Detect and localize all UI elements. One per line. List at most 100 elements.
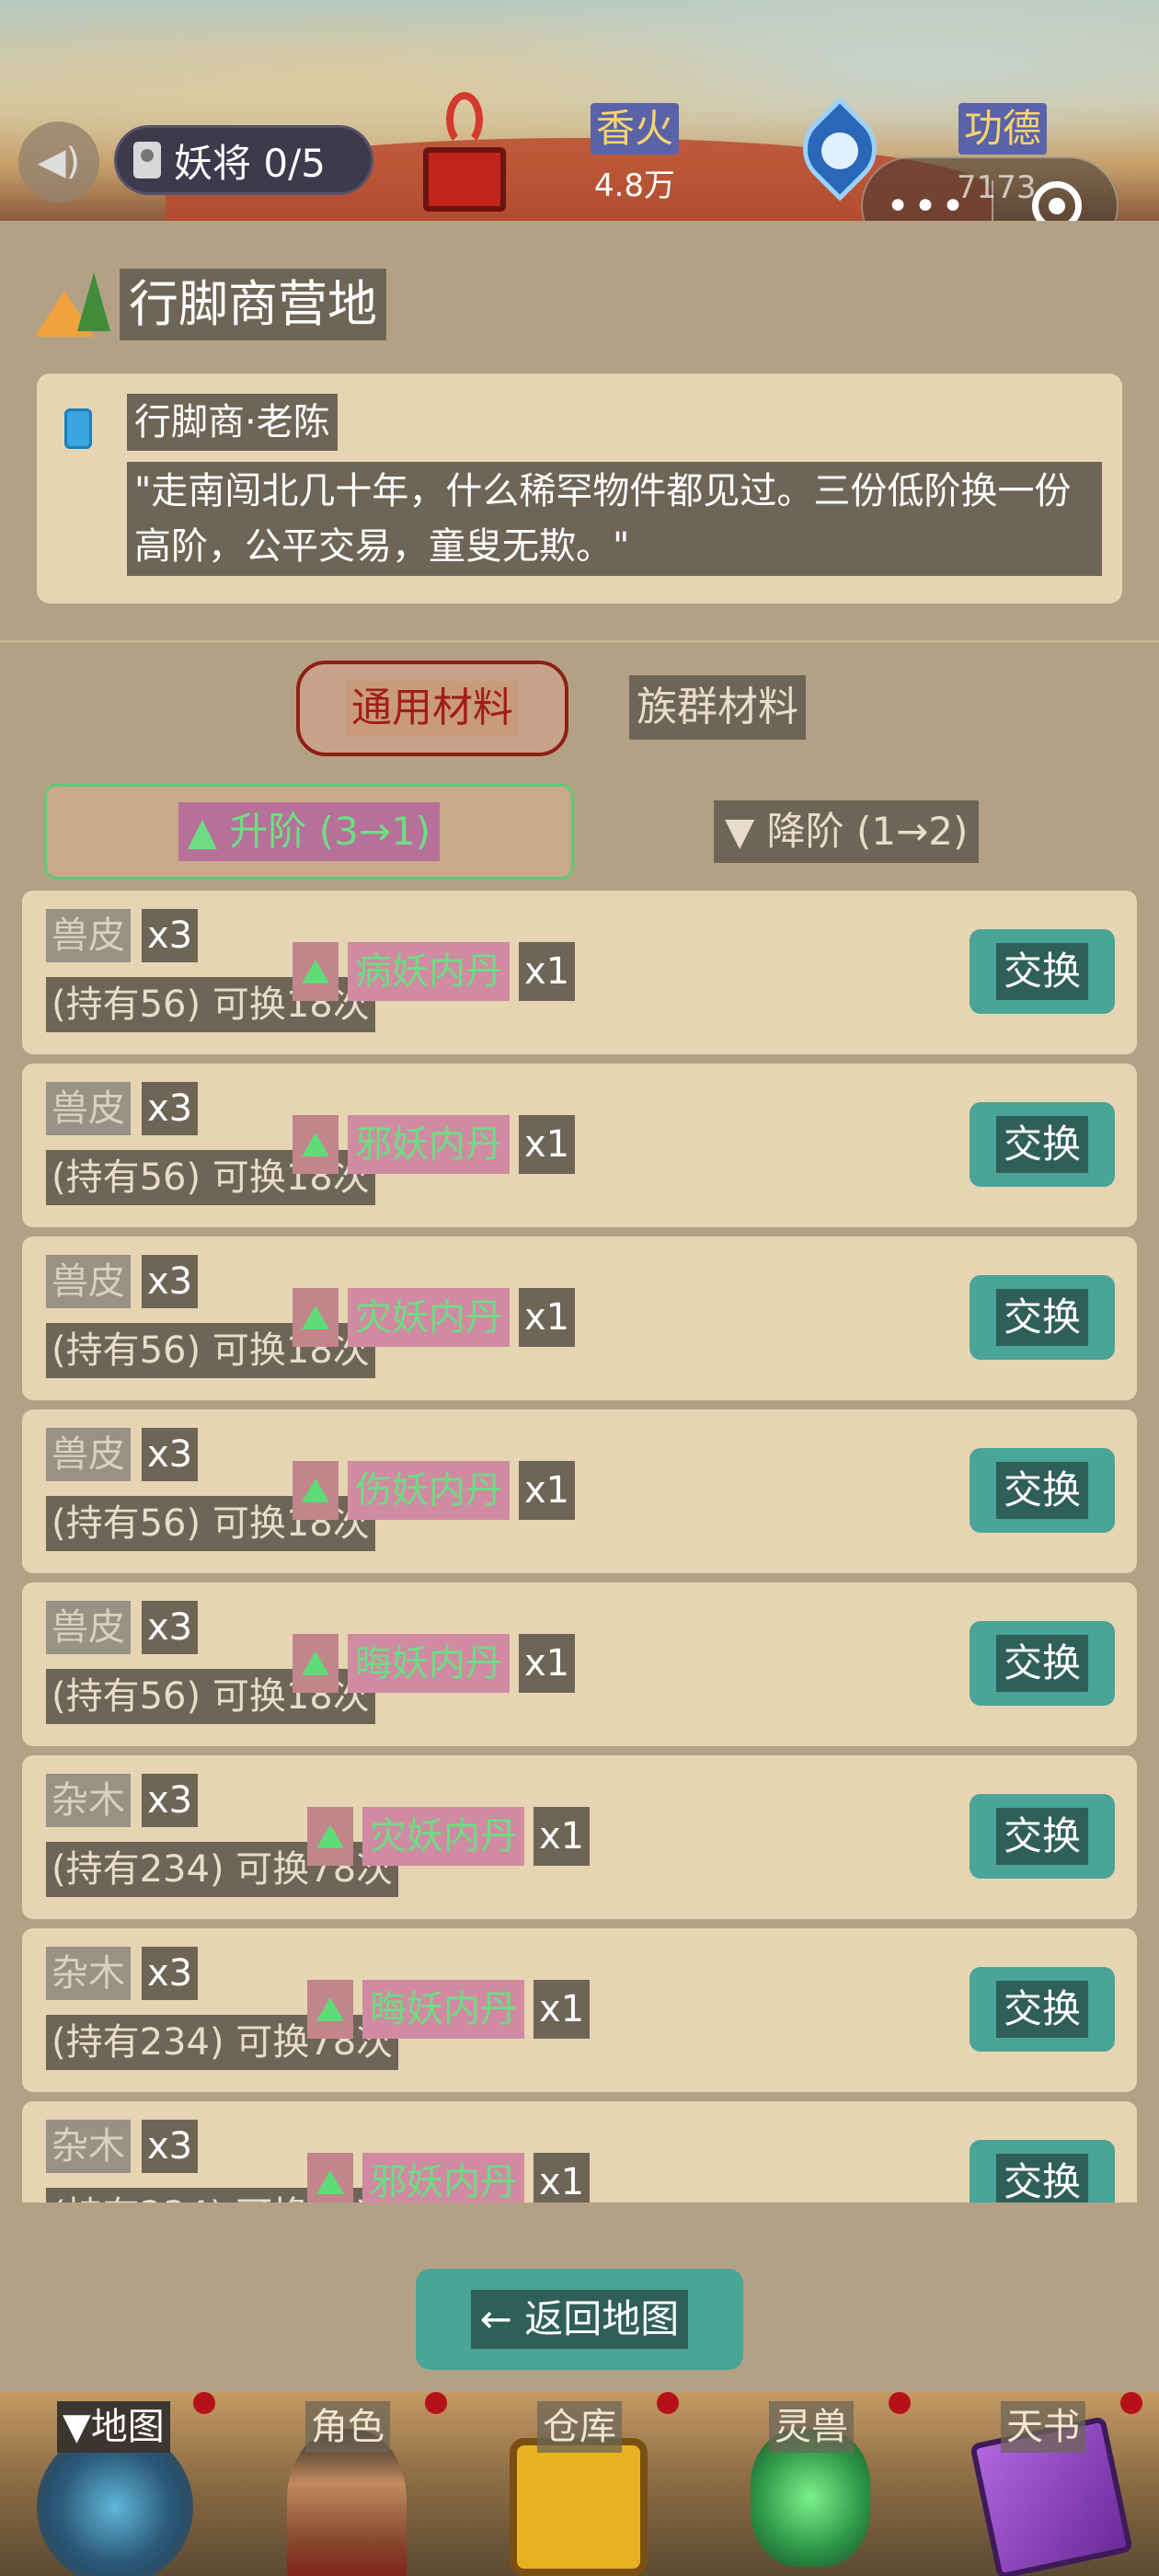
exchange-button-label: 交换: [995, 1462, 1088, 1519]
material-name: 兽皮: [46, 1082, 131, 1135]
nav-label: ▼地图: [57, 2401, 170, 2453]
exchange-button-label: 交换: [995, 2154, 1088, 2202]
target-item-qty: x1: [519, 942, 576, 1001]
bottom-nav: ▼地图 角色 仓库 灵兽 天书: [0, 2392, 1159, 2576]
material-name: 兽皮: [46, 1601, 131, 1654]
material-qty: x3: [142, 909, 199, 962]
exchange-button[interactable]: 交换: [970, 1275, 1115, 1360]
target-item-qty: x1: [519, 1461, 576, 1520]
incense-label: 香火: [590, 103, 679, 155]
yaojiang-label: 妖将 0/5: [174, 140, 326, 186]
nav-item[interactable]: ▼地图: [0, 2392, 232, 2576]
exchange-row: 杂木 x3 (持有234) 可换78次 晦妖内丹 x1 交换: [22, 1928, 1137, 2092]
exchange-row: 杂木 x3 (持有234) 可换78次 灾妖内丹 x1 交换: [22, 1755, 1137, 1919]
upgrade-arrow-icon: [293, 942, 339, 1001]
material-name: 兽皮: [46, 1255, 131, 1308]
nav-label: 角色: [305, 2401, 390, 2453]
target-item-qty: x1: [534, 1807, 591, 1866]
sound-toggle-button[interactable]: ◀): [18, 121, 99, 202]
upgrade-arrow-icon: [293, 1115, 339, 1174]
target-item-name: 晦妖内丹: [362, 1980, 524, 2039]
subtab-upgrade[interactable]: ▲ 升阶 (3→1): [44, 784, 574, 880]
luggage-icon: [64, 408, 92, 449]
speaker-icon: ◀): [37, 141, 81, 183]
exchange-row: 杂木 x3 (持有234) 可换78次 邪妖内丹 x1 交换: [22, 2101, 1137, 2202]
exchange-button[interactable]: 交换: [970, 1621, 1115, 1706]
exchange-button[interactable]: 交换: [970, 1794, 1115, 1879]
merit-stat: 功德: [938, 103, 1067, 155]
exchange-row: 兽皮 x3 (持有56) 可换18次 灾妖内丹 x1 交换: [22, 1236, 1137, 1400]
exchange-button[interactable]: 交换: [970, 1102, 1115, 1187]
back-to-map-label: ← 返回地图: [470, 2290, 689, 2349]
target-item-qty: x1: [519, 1115, 576, 1174]
target-item-name: 病妖内丹: [348, 942, 510, 1001]
target-item-qty: x1: [519, 1288, 576, 1347]
page-title: 行脚商营地: [120, 269, 386, 340]
tab-clan-materials[interactable]: 族群材料: [629, 675, 806, 740]
top-banner: ◀) 妖将 0/5 香火 4.8万 功德 ••• 7173: [0, 0, 1159, 221]
material-name: 兽皮: [46, 909, 131, 962]
material-qty: x3: [142, 1601, 199, 1654]
nav-label: 灵兽: [769, 2401, 854, 2453]
back-to-map-button[interactable]: ← 返回地图: [416, 2269, 743, 2370]
material-name: 杂木: [46, 1947, 131, 2000]
material-qty: x3: [142, 1774, 199, 1827]
upgrade-arrow-icon: [307, 1807, 353, 1866]
exchange-row: 兽皮 x3 (持有56) 可换18次 晦妖内丹 x1 交换: [22, 1582, 1137, 1746]
exchange-button-label: 交换: [995, 1981, 1088, 2038]
tab-general-label: 通用材料: [346, 681, 519, 736]
target-item-name: 伤妖内丹: [348, 1461, 510, 1520]
upgrade-arrow-icon: [307, 2153, 353, 2202]
upgrade-arrow-icon: [307, 1980, 353, 2039]
material-qty: x3: [142, 2120, 199, 2173]
nav-item[interactable]: 天书: [927, 2392, 1159, 2576]
nav-label: 仓库: [537, 2401, 622, 2453]
exchange-button[interactable]: 交换: [970, 2140, 1115, 2202]
merit-label: 功德: [958, 103, 1047, 155]
target-item-qty: x1: [534, 2153, 591, 2202]
nav-item[interactable]: 灵兽: [695, 2392, 927, 2576]
yaojiang-counter[interactable]: 妖将 0/5: [114, 125, 373, 195]
divider: [0, 640, 1159, 642]
exchange-button[interactable]: 交换: [970, 1448, 1115, 1533]
exchange-row: 兽皮 x3 (持有56) 可换18次 病妖内丹 x1 交换: [22, 891, 1137, 1054]
target-icon[interactable]: [1032, 181, 1082, 221]
card-icon: [133, 142, 161, 178]
nav-item[interactable]: 角色: [232, 2392, 464, 2576]
nav-label: 天书: [1001, 2401, 1085, 2453]
npc-card: 行脚商·老陈 "走南闯北几十年，什么稀罕物件都见过。三份低阶换一份高阶，公平交易…: [37, 374, 1122, 604]
notification-dot: [1120, 2392, 1142, 2414]
material-name: 杂木: [46, 1774, 131, 1827]
material-qty: x3: [142, 1255, 199, 1308]
material-qty: x3: [142, 1947, 199, 2000]
exchange-button-label: 交换: [995, 1808, 1088, 1865]
exchange-row: 兽皮 x3 (持有56) 可换18次 伤妖内丹 x1 交换: [22, 1409, 1137, 1573]
material-name: 兽皮: [46, 1428, 131, 1481]
npc-name: 行脚商·老陈: [127, 394, 338, 451]
exchange-button[interactable]: 交换: [970, 929, 1115, 1014]
target-item-name: 邪妖内丹: [362, 2153, 524, 2202]
material-qty: x3: [142, 1428, 199, 1481]
notification-dot: [193, 2392, 215, 2414]
notification-dot: [657, 2392, 679, 2414]
material-qty: x3: [142, 1082, 199, 1135]
tab-general-materials[interactable]: 通用材料: [296, 661, 568, 756]
exchange-button[interactable]: 交换: [970, 1967, 1115, 2052]
exchange-list[interactable]: 兽皮 x3 (持有56) 可换18次 病妖内丹 x1 交换 兽皮 x3 (持有5…: [22, 891, 1137, 2202]
target-item-qty: x1: [534, 1980, 591, 2039]
exchange-button-label: 交换: [995, 1116, 1088, 1173]
merchant-panel: 行脚商营地 行脚商·老陈 "走南闯北几十年，什么稀罕物件都见过。三份低阶换一份高…: [0, 221, 1159, 2392]
incense-burner-icon: [414, 92, 515, 221]
camp-header: 行脚商营地: [35, 269, 386, 340]
subtab-upgrade-label: ▲ 升阶 (3→1): [178, 802, 441, 861]
subtab-downgrade[interactable]: ▼ 降阶 (1→2): [714, 800, 980, 863]
target-item-name: 灾妖内丹: [348, 1288, 510, 1347]
npc-quote: "走南闯北几十年，什么稀罕物件都见过。三份低阶换一份高阶，公平交易，童叟无欺。": [127, 462, 1102, 576]
incense-stat: 香火 4.8万: [570, 103, 699, 205]
target-item-name: 灾妖内丹: [362, 1807, 524, 1866]
nav-item[interactable]: 仓库: [464, 2392, 695, 2576]
notification-dot: [425, 2392, 447, 2414]
upgrade-arrow-icon: [293, 1634, 339, 1693]
merit-value: 7173: [957, 169, 1037, 206]
upgrade-arrow-icon: [293, 1288, 339, 1347]
